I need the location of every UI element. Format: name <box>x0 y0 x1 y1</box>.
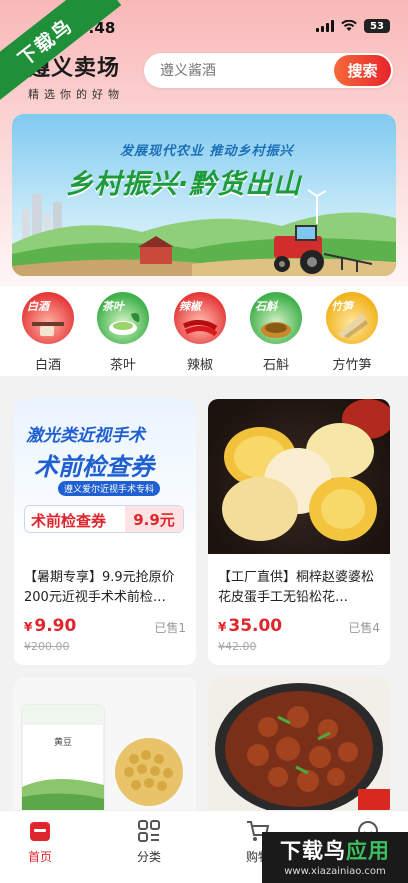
status-icons: 53 <box>316 19 390 33</box>
home-icon <box>27 819 53 843</box>
category-bamboo-shoot[interactable]: 竹笋 方竹笋 <box>322 292 382 373</box>
bamboo-shoot-icon: 竹笋 <box>326 292 378 344</box>
wifi-icon <box>341 20 357 31</box>
tab-label: 首页 <box>27 850 52 864</box>
coupon-price: 9.9元 <box>125 506 183 532</box>
search-bar: 搜索 <box>144 53 393 88</box>
category-chili[interactable]: 辣椒 辣椒 <box>170 292 230 373</box>
product-price: ¥35.00 <box>218 616 283 636</box>
coupon-label: 术前检查券 <box>31 512 107 530</box>
brand-subtitle: 精选你的好物 <box>28 88 124 101</box>
category-label: 石斛 <box>262 358 289 373</box>
product-card[interactable]: 【工厂直供】桐梓赵婆婆松花皮蛋手工无铅松花… ¥35.00 已售4 ¥42.00 <box>208 399 390 665</box>
grid-icon <box>136 819 162 843</box>
tab-category[interactable]: 分类 <box>119 819 179 865</box>
product-image: 黄豆 <box>14 677 196 817</box>
product-image <box>208 399 390 554</box>
product-image <box>208 677 390 817</box>
promo-line1: 激光类近视手术 <box>26 426 145 446</box>
search-input[interactable] <box>144 53 334 88</box>
product-original-price: ¥200.00 <box>24 640 70 653</box>
category-label: 白酒 <box>34 358 61 373</box>
product-original-price: ¥42.00 <box>218 640 257 653</box>
product-title: 【暑期专享】9.9元抢原价200元近视手术术前检… <box>24 570 175 605</box>
baijiu-icon: 白酒 <box>22 292 74 344</box>
category-label: 茶叶 <box>109 358 136 373</box>
chili-icon: 辣椒 <box>174 292 226 344</box>
signal-icon <box>316 20 334 32</box>
product-sold: 已售4 <box>348 621 380 635</box>
product-card[interactable]: 激光类近视手术 术前检查券 遵义爱尔近视手术专科 术前检查券 9.9元 【暑期专… <box>14 399 196 665</box>
product-title: 【工厂直供】桐梓赵婆婆松花皮蛋手工无铅松花… <box>218 570 375 605</box>
bag-label: 黄豆 <box>54 738 73 748</box>
product-price: ¥9.90 <box>24 616 77 636</box>
product-sold: 已售1 <box>154 621 186 635</box>
product-image: 激光类近视手术 术前检查券 遵义爱尔近视手术专科 术前检查券 9.9元 <box>14 399 196 554</box>
dendrobium-icon: 石斛 <box>250 292 302 344</box>
category-baijiu[interactable]: 白酒 白酒 <box>18 292 78 373</box>
search-button[interactable]: 搜索 <box>334 55 391 86</box>
tea-icon: 茶叶 <box>97 292 149 344</box>
category-label: 方竹笋 <box>332 358 372 373</box>
battery-icon: 53 <box>364 19 390 33</box>
category-dendrobium[interactable]: 石斛 石斛 <box>246 292 306 373</box>
category-label: 辣椒 <box>186 358 213 373</box>
category-bar: 白酒 白酒 茶叶 茶叶 辣椒 辣椒 石斛 石斛 竹笋 方竹笋 <box>0 286 408 376</box>
banner-title: 乡村振兴·黔货出山 <box>66 169 302 200</box>
banner-subtitle: 发展现代农业 推动乡村振兴 <box>120 144 294 159</box>
watermark-brand-suffix: 应用 <box>346 839 390 863</box>
watermark-badge: 下载鸟应用 www.xiazainiao.com <box>262 832 408 883</box>
coupon-box: 术前检查券 9.9元 <box>24 505 184 533</box>
promo-line2: 术前检查券 <box>34 453 154 481</box>
tab-home[interactable]: 首页 <box>10 819 70 865</box>
tab-label: 分类 <box>136 850 161 864</box>
promo-line3: 遵义爱尔近视手术专科 <box>58 481 161 496</box>
product-card[interactable] <box>208 677 390 817</box>
category-tea[interactable]: 茶叶 茶叶 <box>93 292 153 373</box>
promo-banner[interactable]: 发展现代农业 推动乡村振兴 乡村振兴·黔货出山 <box>12 114 396 276</box>
watermark-url: www.xiazainiao.com <box>284 866 386 877</box>
watermark-brand: 下载鸟 <box>280 839 346 863</box>
product-card[interactable]: 黄豆 <box>14 677 196 817</box>
